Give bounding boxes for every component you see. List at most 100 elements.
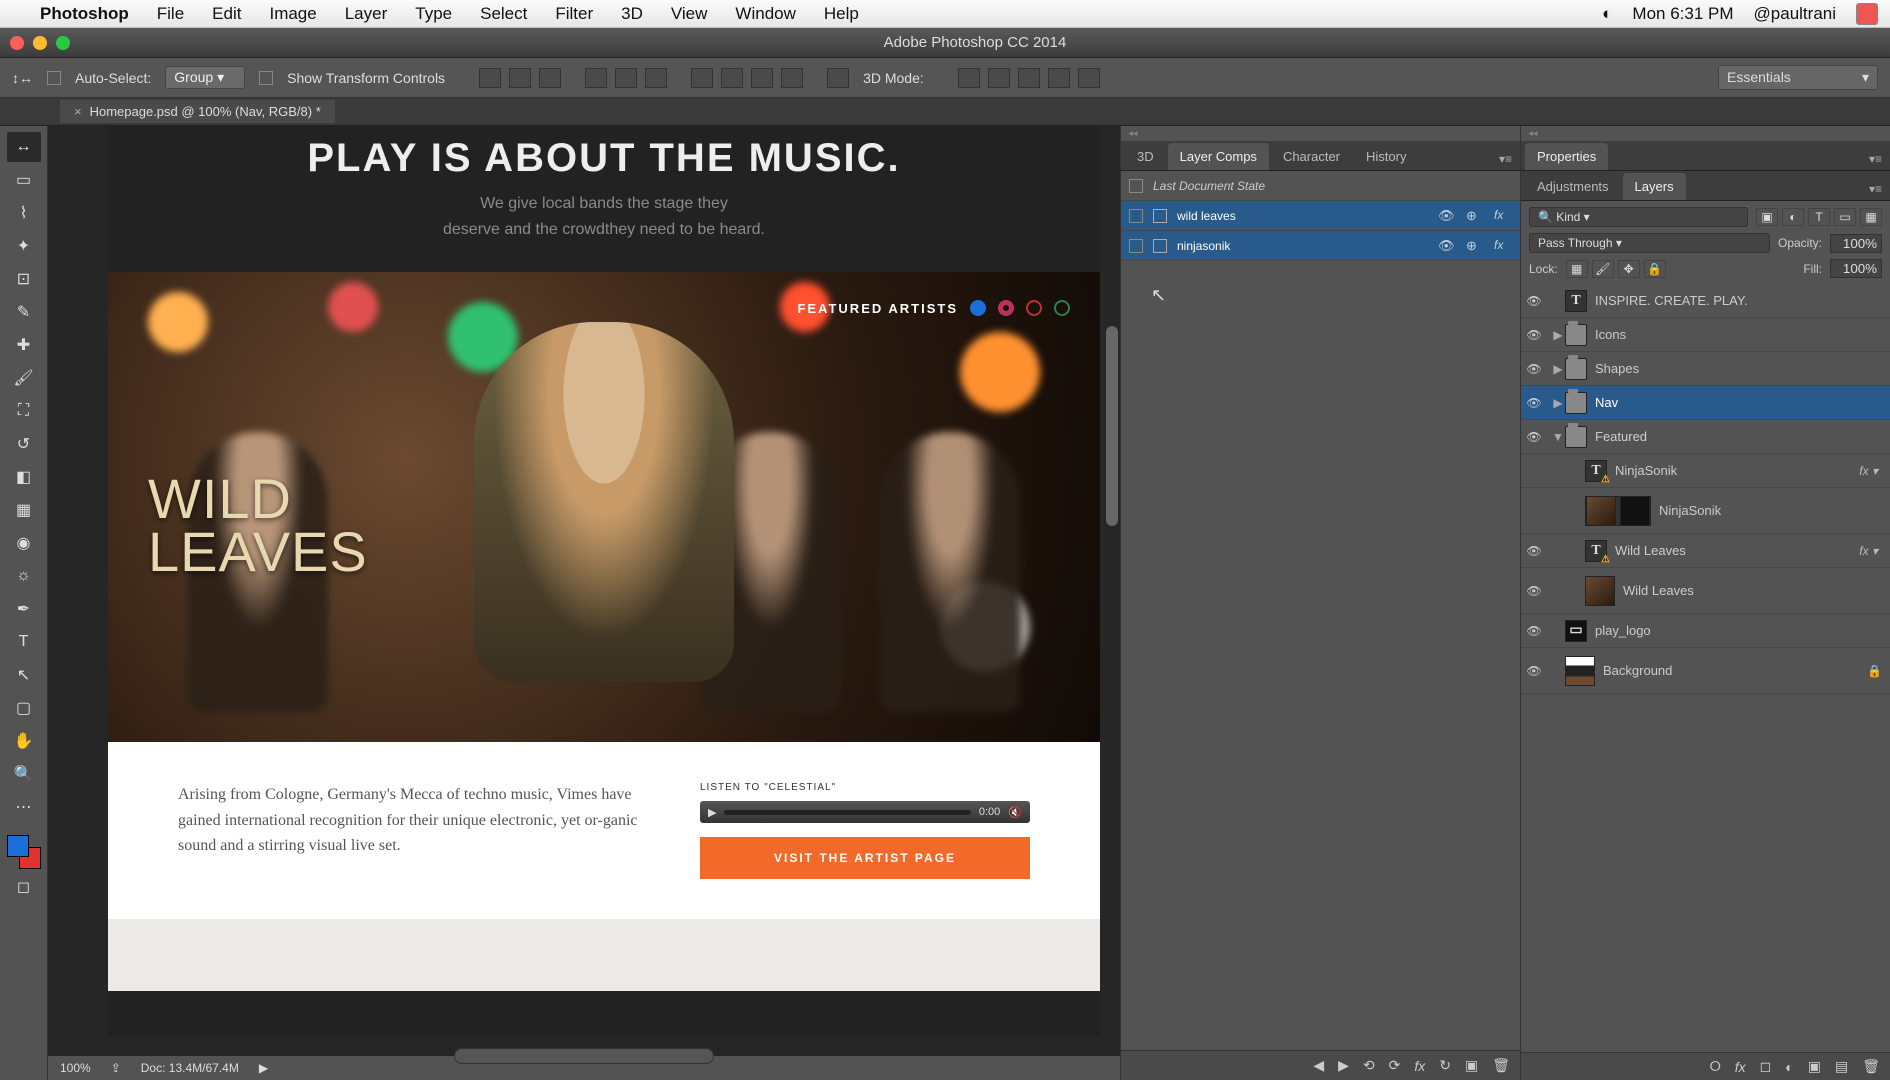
auto-align-icon[interactable]: [827, 68, 849, 88]
menu-file[interactable]: File: [157, 4, 184, 24]
comp-apply-checkbox[interactable]: [1129, 209, 1143, 223]
comp-delete-icon[interactable]: 🗑: [1492, 1057, 1510, 1074]
canvas-vertical-scrollbar[interactable]: [1106, 326, 1118, 526]
edit-toolbar[interactable]: ⋯: [7, 792, 41, 822]
audio-player[interactable]: ▶ 0:00 🔇: [700, 801, 1030, 823]
pen-tool[interactable]: ✒: [7, 594, 41, 624]
show-transform-checkbox[interactable]: [259, 71, 273, 85]
position-icon[interactable]: [1466, 208, 1484, 224]
move-tool[interactable]: ↔: [7, 132, 41, 162]
layer-visibility-toggle[interactable]: 👁: [1521, 362, 1547, 376]
play-icon[interactable]: ▶: [708, 806, 716, 819]
menu-help[interactable]: Help: [824, 4, 859, 24]
marquee-tool[interactable]: ▭: [7, 165, 41, 195]
featured-dot-2[interactable]: [998, 300, 1014, 316]
new-layer-icon[interactable]: ▤: [1835, 1058, 1848, 1075]
tab-layers[interactable]: Layers: [1623, 173, 1686, 200]
brush-tool[interactable]: 🖌: [7, 363, 41, 393]
color-swatches[interactable]: [7, 835, 41, 869]
lock-all-icon[interactable]: 🔒: [1644, 260, 1666, 278]
tab-layer-comps[interactable]: Layer Comps: [1168, 143, 1269, 170]
3d-orbit-icon[interactable]: [958, 68, 980, 88]
progress-bar[interactable]: [724, 810, 970, 815]
foreground-color-swatch[interactable]: [7, 835, 29, 857]
layer-visibility-toggle[interactable]: 👁: [1521, 544, 1547, 558]
visibility-icon[interactable]: [1438, 238, 1456, 254]
link-layers-icon[interactable]: ⭘: [1710, 1058, 1721, 1075]
auto-select-checkbox[interactable]: [47, 71, 61, 85]
menu-type[interactable]: Type: [415, 4, 452, 24]
distribute-v-icon[interactable]: [721, 68, 743, 88]
stamp-tool[interactable]: ⛶: [7, 396, 41, 426]
new-group-icon[interactable]: ▣: [1808, 1058, 1821, 1075]
blend-mode-select[interactable]: Pass Through ▾: [1529, 233, 1770, 253]
menubar-avatar-icon[interactable]: [1856, 3, 1878, 25]
menu-edit[interactable]: Edit: [212, 4, 241, 24]
lock-position-icon[interactable]: ✥: [1618, 260, 1640, 278]
tab-character[interactable]: Character: [1271, 143, 1352, 170]
opacity-input[interactable]: [1830, 234, 1882, 253]
align-hcenter-icon[interactable]: [615, 68, 637, 88]
menu-select[interactable]: Select: [480, 4, 527, 24]
last-document-state-row[interactable]: Last Document State: [1121, 171, 1520, 201]
align-top-icon[interactable]: [479, 68, 501, 88]
layer-row[interactable]: NinjaSonik: [1521, 488, 1890, 534]
twisty-icon[interactable]: ▶: [1551, 328, 1565, 342]
panel-menu-icon[interactable]: ▾≡: [1861, 178, 1890, 200]
comp-fx-icon[interactable]: fx: [1414, 1058, 1425, 1074]
layer-fx-icon[interactable]: fx: [1735, 1059, 1746, 1075]
zoom-level[interactable]: 100%: [60, 1061, 91, 1075]
layer-visibility-toggle[interactable]: 👁: [1521, 624, 1547, 638]
3d-scale-icon[interactable]: [1078, 68, 1100, 88]
gradient-tool[interactable]: ▦: [7, 495, 41, 525]
document-tab[interactable]: × Homepage.psd @ 100% (Nav, RGB/8) *: [60, 100, 335, 123]
visit-artist-button[interactable]: VISIT THE ARTIST PAGE: [700, 837, 1030, 879]
layer-fx-indicator[interactable]: fx ▾: [1859, 544, 1878, 558]
blur-tool[interactable]: ◉: [7, 528, 41, 558]
filter-smart-icon[interactable]: ▦: [1860, 208, 1882, 226]
menu-layer[interactable]: Layer: [345, 4, 388, 24]
layer-filter-select[interactable]: 🔍 Kind ▾: [1529, 207, 1748, 227]
menu-view[interactable]: View: [671, 4, 708, 24]
window-minimize-icon[interactable]: [33, 36, 47, 50]
align-vcenter-icon[interactable]: [509, 68, 531, 88]
status-arrow-icon[interactable]: ▶: [259, 1061, 268, 1075]
layer-visibility-toggle[interactable]: 👁: [1521, 396, 1547, 410]
layer-row[interactable]: 👁TWild Leavesfx ▾: [1521, 534, 1890, 568]
wand-tool[interactable]: ✦: [7, 231, 41, 261]
layer-visibility-toggle[interactable]: 👁: [1521, 664, 1547, 678]
featured-dot-3[interactable]: [1026, 300, 1042, 316]
filter-type-icon[interactable]: T: [1808, 208, 1830, 226]
menubar-app[interactable]: Photoshop: [40, 4, 129, 24]
comp-refresh-icon[interactable]: ↻: [1439, 1057, 1451, 1074]
volume-icon[interactable]: 🔇: [1008, 806, 1022, 819]
doc-size[interactable]: Doc: 13.4M/67.4M: [141, 1061, 239, 1075]
lasso-tool[interactable]: ⌇: [7, 198, 41, 228]
comp-update-icon[interactable]: ⟲: [1363, 1057, 1375, 1074]
window-zoom-icon[interactable]: [56, 36, 70, 50]
panel-menu-icon[interactable]: ▾≡: [1861, 148, 1890, 170]
layer-row[interactable]: 👁▶Nav: [1521, 386, 1890, 420]
menubar-user[interactable]: @paultrani: [1754, 4, 1836, 24]
tab-properties[interactable]: Properties: [1525, 143, 1608, 170]
twisty-icon[interactable]: ▶: [1551, 362, 1565, 376]
visibility-icon[interactable]: [1438, 208, 1456, 224]
align-right-icon[interactable]: [645, 68, 667, 88]
layer-row[interactable]: 👁▶Icons: [1521, 318, 1890, 352]
tab-history[interactable]: History: [1354, 143, 1418, 170]
layer-fx-indicator[interactable]: fx ▾: [1859, 464, 1878, 478]
3d-roll-icon[interactable]: [988, 68, 1010, 88]
filter-adjust-icon[interactable]: ◐: [1782, 208, 1804, 226]
align-left-icon[interactable]: [585, 68, 607, 88]
window-close-icon[interactable]: [10, 36, 24, 50]
layer-row[interactable]: 👁▼Featured: [1521, 420, 1890, 454]
distribute-spacing-icon[interactable]: [751, 68, 773, 88]
featured-dot-4[interactable]: [1054, 300, 1070, 316]
layer-visibility-toggle[interactable]: 👁: [1521, 328, 1547, 342]
close-tab-icon[interactable]: ×: [74, 104, 82, 119]
auto-select-mode-select[interactable]: Group ▾: [165, 66, 245, 89]
type-tool[interactable]: T: [7, 627, 41, 657]
fx-icon[interactable]: fx: [1494, 238, 1512, 254]
layer-comp-row[interactable]: wild leaves fx: [1121, 201, 1520, 231]
twisty-icon[interactable]: ▼: [1551, 430, 1565, 444]
